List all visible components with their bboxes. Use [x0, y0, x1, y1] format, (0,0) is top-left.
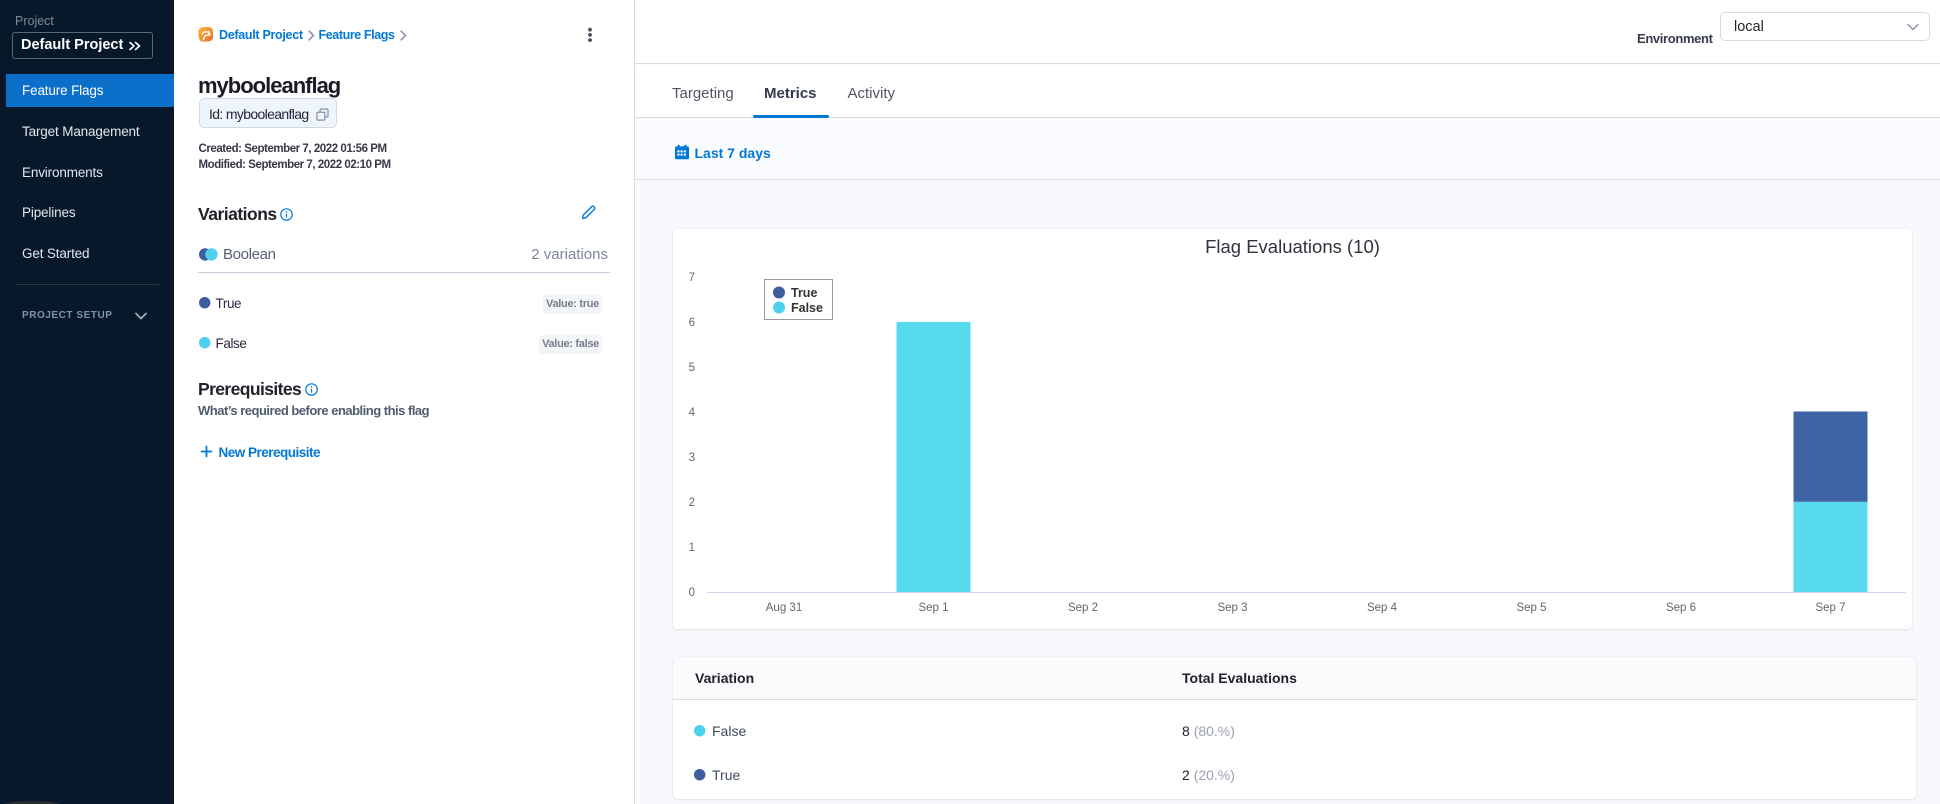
- svg-text:Sep 3: Sep 3: [1217, 602, 1247, 614]
- svg-text:2: 2: [689, 497, 695, 509]
- svg-text:False: False: [791, 301, 823, 315]
- svg-text:6: 6: [689, 317, 695, 329]
- svg-text:Flag Evaluations (10): Flag Evaluations (10): [1205, 236, 1380, 257]
- svg-text:4: 4: [689, 407, 696, 419]
- svg-text:Sep 7: Sep 7: [1815, 602, 1845, 614]
- svg-text:7: 7: [689, 272, 695, 284]
- svg-text:Sep 2: Sep 2: [1068, 602, 1098, 614]
- svg-text:1: 1: [689, 542, 695, 554]
- svg-text:Sep 5: Sep 5: [1516, 602, 1546, 614]
- svg-text:0: 0: [689, 587, 695, 599]
- svg-text:Sep 6: Sep 6: [1666, 602, 1696, 614]
- svg-text:True: True: [791, 286, 817, 300]
- svg-text:Sep 4: Sep 4: [1367, 602, 1398, 614]
- svg-text:3: 3: [689, 452, 695, 464]
- svg-text:Sep 1: Sep 1: [918, 602, 948, 614]
- svg-text:5: 5: [689, 362, 695, 374]
- svg-text:Aug 31: Aug 31: [766, 602, 802, 614]
